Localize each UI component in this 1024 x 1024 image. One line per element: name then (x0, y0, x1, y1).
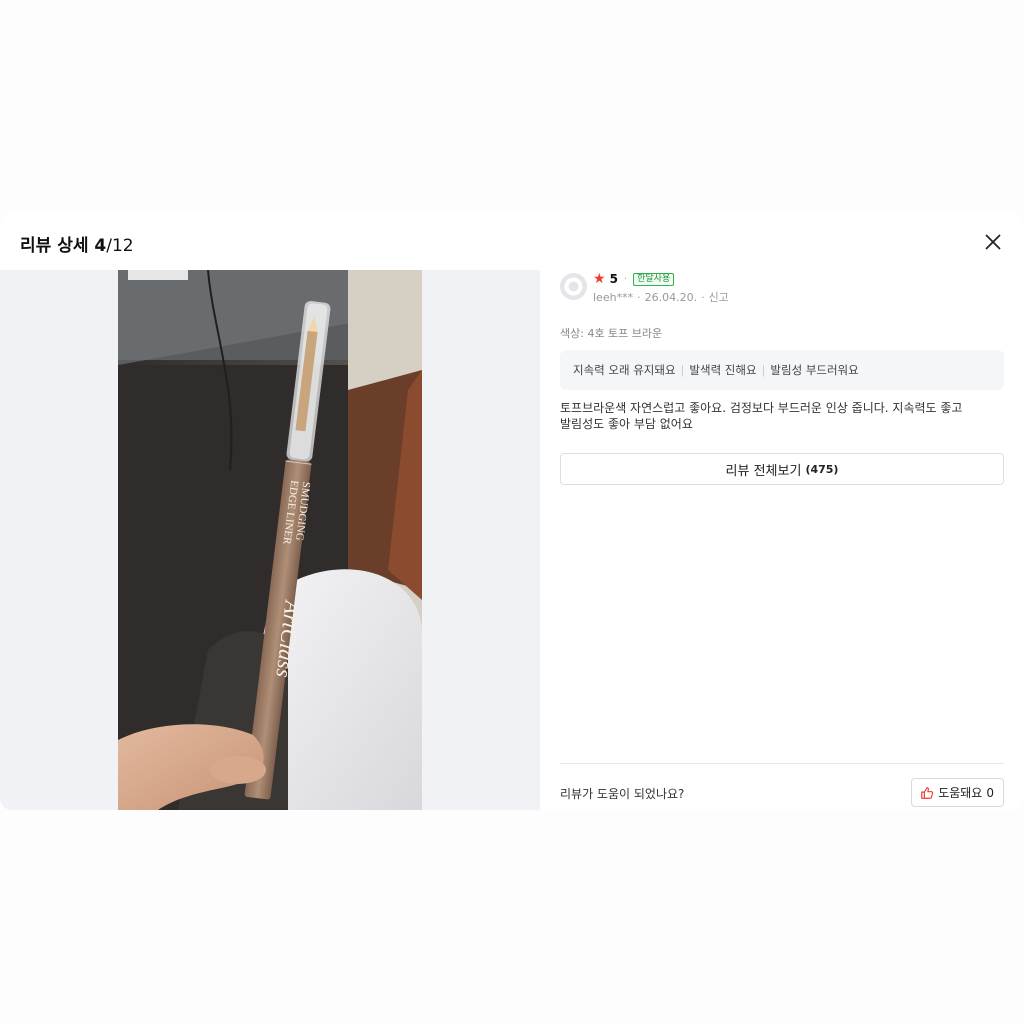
author-name: leeh*** (593, 290, 634, 304)
usage-badge: 한달사용 (633, 272, 675, 286)
review-meta: leeh*** · 26.04.20. · 신고 (593, 289, 729, 305)
divider (560, 763, 1004, 764)
thumbs-up-icon (921, 786, 934, 799)
tag-divider: | (761, 363, 766, 377)
close-button[interactable] (982, 231, 1004, 253)
view-all-reviews-label: 리뷰 전체보기 (725, 463, 802, 479)
review-tag: 발색력 진해요 (689, 363, 757, 377)
product-option: 색상: 4호 토프 브라운 (560, 327, 663, 340)
review-tag: 발림성 부드러워요 (770, 363, 859, 377)
avatar (560, 273, 587, 300)
review-date: 26.04.20. (644, 290, 698, 304)
view-all-reviews-button[interactable]: 리뷰 전체보기 (475) (560, 453, 1004, 485)
review-photo[interactable]: SMUDGING EDGE LINER ArtClass (118, 270, 422, 810)
rating-value: 5 (609, 272, 618, 286)
modal-header: 리뷰 상세 4/12 (0, 213, 1024, 270)
review-detail-modal: 리뷰 상세 4/12 SMUDGING EDGE LINER ArtClass … (0, 213, 1024, 810)
review-tag: 지속력 오래 유지돼요 (573, 363, 676, 377)
modal-title-total: /12 (106, 236, 134, 256)
review-photo-gallery: SMUDGING EDGE LINER ArtClass (0, 270, 540, 810)
review-body: 토프브라운색 자연스럽고 좋아요. 검정보다 부드러운 인상 줍니다. 지속력도… (560, 401, 963, 431)
rating-row: ★ 5 · 한달사용 (593, 271, 675, 287)
separator-dot: · (623, 273, 628, 285)
modal-title: 리뷰 상세 4/12 (20, 231, 134, 256)
modal-title-index: 4 (94, 236, 107, 256)
helpful-label: 도움돼요 (938, 786, 983, 800)
helpful-count: 0 (986, 785, 994, 800)
review-count: (475) (805, 462, 839, 476)
avatar-placeholder-icon (560, 273, 587, 300)
review-detail-panel: ★ 5 · 한달사용 leeh*** · 26.04.20. · 신고 색상: … (560, 270, 1004, 810)
modal-title-prefix: 리뷰 상세 (20, 236, 95, 256)
separator-dot: · (701, 290, 705, 304)
tag-divider: | (680, 363, 685, 377)
star-icon: ★ (593, 271, 606, 287)
report-link[interactable]: 신고 (709, 289, 729, 305)
helpful-button[interactable]: 도움돼요 0 (911, 778, 1004, 807)
close-icon (985, 234, 1001, 250)
helpful-question: 리뷰가 도움이 되었나요? (560, 787, 685, 801)
review-tags: 지속력 오래 유지돼요 | 발색력 진해요 | 발림성 부드러워요 (560, 350, 1004, 390)
separator-dot: · (637, 290, 641, 304)
